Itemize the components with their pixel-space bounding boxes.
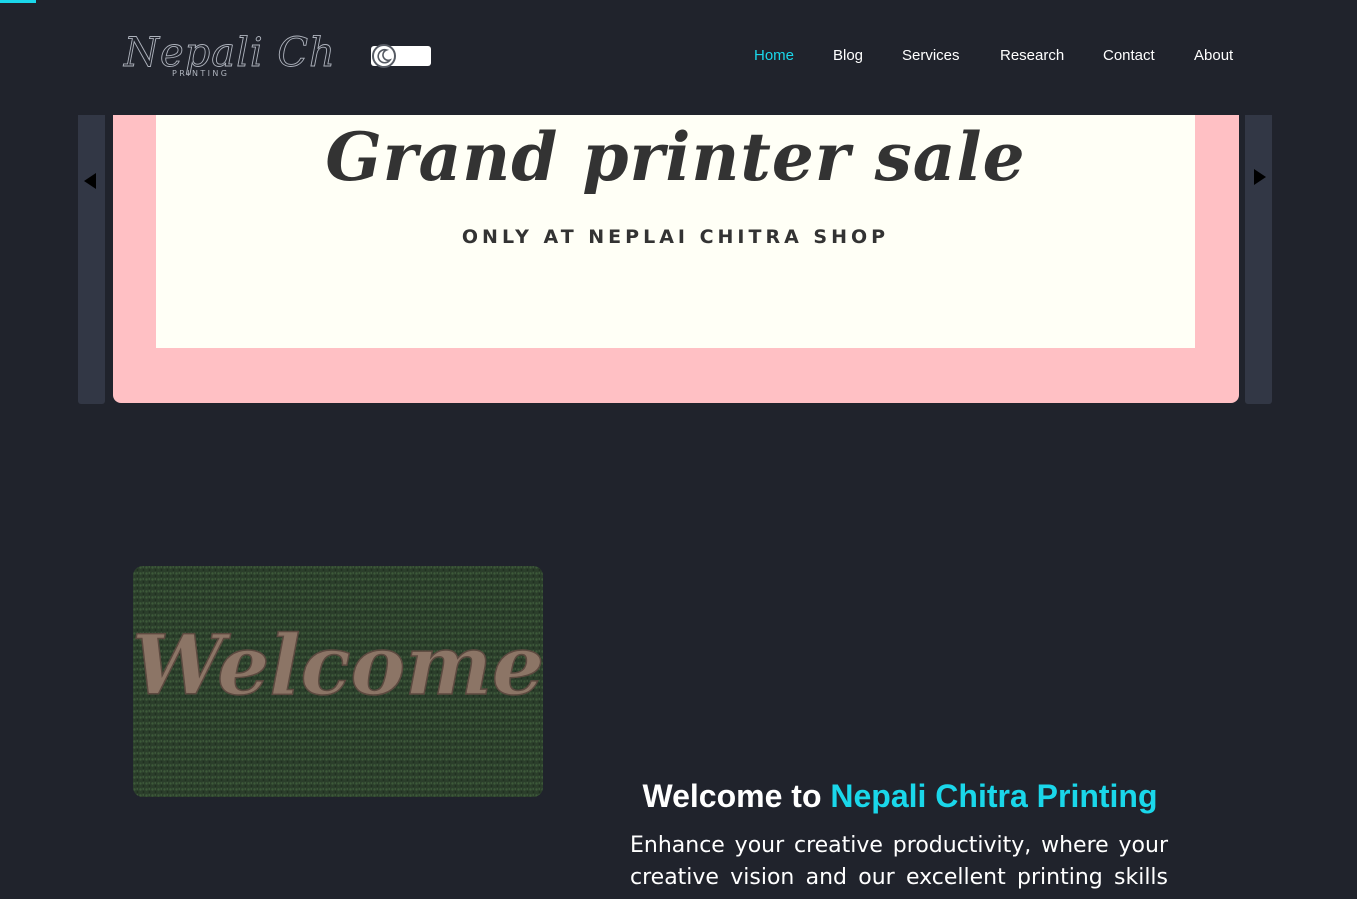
intro-title-highlight: Nepali Chitra Printing: [830, 778, 1158, 814]
nav-link-home[interactable]: Home: [754, 47, 794, 64]
slide-headline: Grand printer sale: [325, 118, 1026, 196]
nav-link-blog[interactable]: Blog: [833, 47, 863, 64]
slider-next-button[interactable]: [1245, 115, 1272, 404]
nav-link-research[interactable]: Research: [1000, 47, 1064, 64]
slider-slide: Grand printer sale ONLY AT NEPLAI CHITRA…: [113, 115, 1239, 403]
slide-card: Grand printer sale ONLY AT NEPLAI CHITRA…: [156, 115, 1195, 348]
nav-link-about[interactable]: About: [1194, 47, 1233, 64]
page: Nepali Chitra PRINTING Home Blog Service…: [0, 0, 1357, 899]
welcome-mat-image: Welcome: [133, 566, 543, 797]
top-progress-accent: [0, 0, 36, 3]
nav-link-contact[interactable]: Contact: [1103, 47, 1155, 64]
intro-title: Welcome to Nepali Chitra Printing: [620, 778, 1180, 815]
nav-link-services[interactable]: Services: [902, 47, 960, 64]
caret-right-icon: [1254, 169, 1266, 185]
main-nav: Home Blog Services Research Contact Abou…: [0, 47, 1357, 67]
intro-title-prefix: Welcome to: [642, 778, 822, 814]
caret-left-icon: [84, 173, 96, 189]
intro-body: Enhance your creative productivity, wher…: [630, 833, 1168, 890]
svg-text:Welcome: Welcome: [133, 618, 543, 714]
svg-text:PRINTING: PRINTING: [172, 69, 229, 78]
slider-prev-button[interactable]: [78, 115, 105, 404]
slide-subheadline: ONLY AT NEPLAI CHITRA SHOP: [461, 226, 890, 248]
